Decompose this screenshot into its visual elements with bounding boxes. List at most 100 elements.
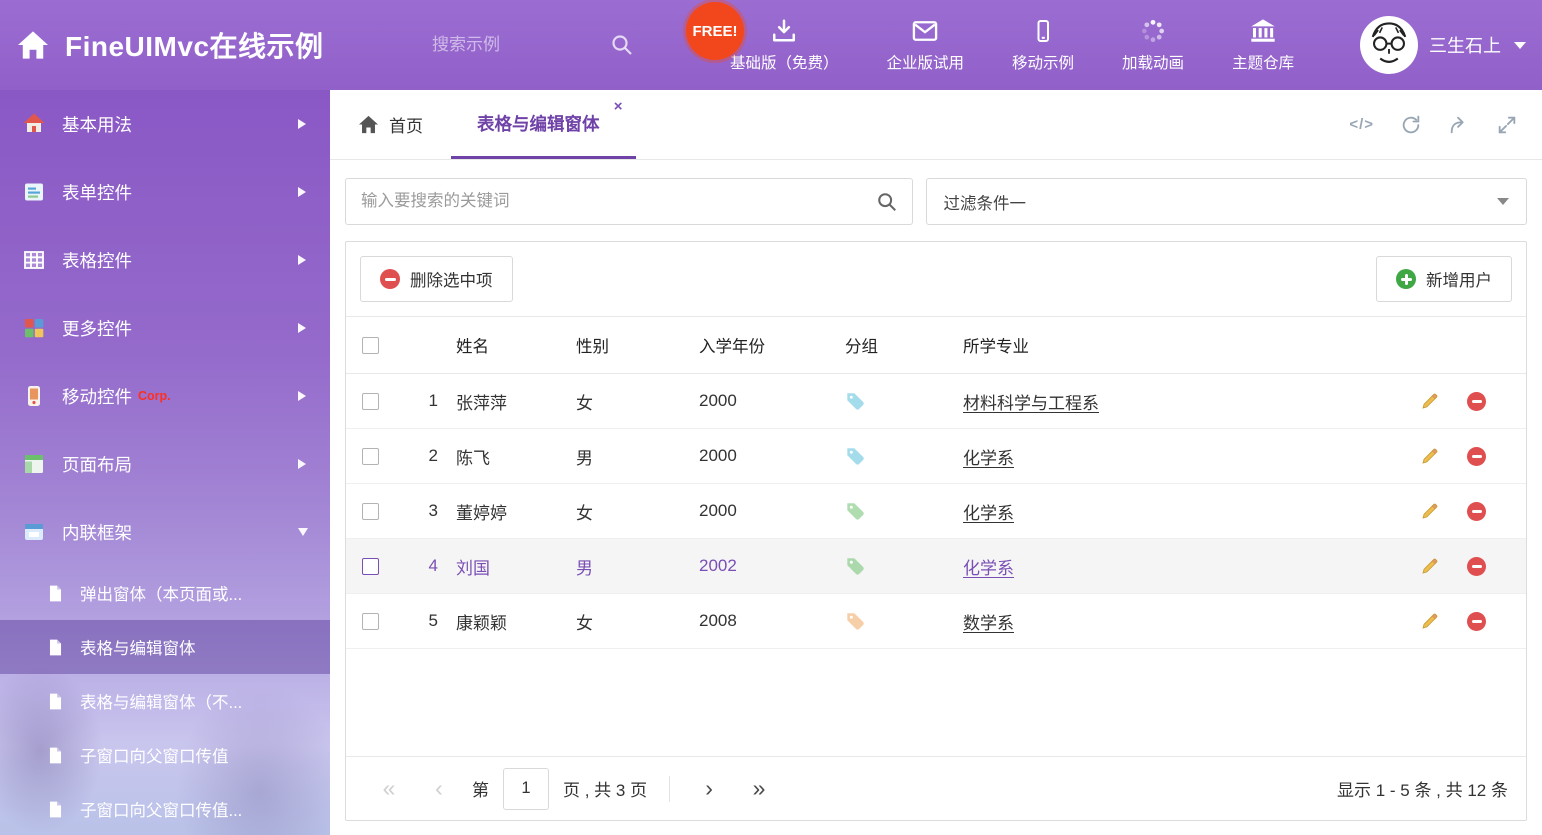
tag-icon xyxy=(845,391,865,411)
sidebar-item-basic-usage[interactable]: 基本用法 xyxy=(0,90,330,158)
file-icon xyxy=(46,691,66,712)
edit-icon[interactable] xyxy=(1420,612,1439,631)
sidebar: 基本用法 表单控件 表格控件 更多控件 xyxy=(0,90,330,835)
column-gender[interactable]: 性别 xyxy=(576,333,699,357)
table-row[interactable]: 1 张萍萍 女 2000 材料科学与工程系 xyxy=(346,374,1526,429)
sidebar-subitem-grid-edit-window[interactable]: 表格与编辑窗体 xyxy=(0,620,330,674)
keyword-search-box xyxy=(345,178,913,225)
nav-theme-repo[interactable]: 主题仓库 xyxy=(1232,18,1294,73)
chevron-right-icon xyxy=(298,255,306,265)
edit-icon[interactable] xyxy=(1420,557,1439,576)
nav-loading-animation[interactable]: 加载动画 xyxy=(1122,18,1184,73)
delete-selected-button[interactable]: 删除选中项 xyxy=(360,256,513,302)
delete-icon[interactable] xyxy=(1467,612,1486,631)
home-icon xyxy=(16,30,50,60)
column-year[interactable]: 入学年份 xyxy=(699,333,845,357)
nav-enterprise-trial[interactable]: 企业版试用 xyxy=(887,18,965,73)
first-page-button[interactable]: « xyxy=(364,775,414,802)
sidebar-item-mobile-controls[interactable]: 移动控件 Corp. xyxy=(0,362,330,430)
table-row[interactable]: 3 董婷婷 女 2000 化学系 xyxy=(346,484,1526,539)
filter-dropdown[interactable]: 过滤条件一 xyxy=(926,178,1528,225)
chevron-right-icon xyxy=(298,323,306,333)
sidebar-item-label: 表单控件 xyxy=(62,180,132,205)
sidebar-subitem-label: 弹出窗体（本页面或... xyxy=(80,581,242,605)
column-major[interactable]: 所学专业 xyxy=(963,333,1408,357)
plus-circle-icon xyxy=(1396,269,1416,289)
keyword-search-input[interactable] xyxy=(346,179,912,224)
column-name[interactable]: 姓名 xyxy=(456,333,576,357)
next-page-button[interactable]: › xyxy=(684,775,734,802)
tab-label: 表格与编辑窗体 xyxy=(477,111,600,136)
select-all-checkbox[interactable] xyxy=(362,337,379,354)
file-icon xyxy=(46,637,66,658)
close-icon[interactable]: × xyxy=(614,99,623,114)
button-label: 新增用户 xyxy=(1426,267,1492,291)
edit-icon[interactable] xyxy=(1420,447,1439,466)
app-root: FineUIMvc在线示例 FREE! 基础版（免费） 企业版试用 xyxy=(0,0,1542,835)
nav-basic-free[interactable]: 基础版（免费） xyxy=(730,18,839,73)
app-logo[interactable]: FineUIMvc在线示例 xyxy=(16,0,324,90)
sidebar-item-form-controls[interactable]: 表单控件 xyxy=(0,158,330,226)
header-search xyxy=(432,24,634,66)
header-nav: 基础版（免费） 企业版试用 移动示例 加载动画 xyxy=(730,0,1294,90)
cell-gender: 女 xyxy=(576,499,699,524)
app-title: FineUIMvc在线示例 xyxy=(65,25,324,65)
table-row[interactable]: 5 康颖颖 女 2008 数学系 xyxy=(346,594,1526,649)
add-user-button[interactable]: 新增用户 xyxy=(1376,256,1512,302)
search-icon[interactable] xyxy=(876,191,898,218)
row-checkbox[interactable] xyxy=(362,393,379,410)
major-link[interactable]: 化学系 xyxy=(963,444,1014,469)
delete-icon[interactable] xyxy=(1467,502,1486,521)
sidebar-subitem-label: 表格与编辑窗体（不... xyxy=(80,689,242,713)
column-group[interactable]: 分组 xyxy=(845,333,963,357)
share-icon[interactable] xyxy=(1448,114,1470,136)
delete-icon[interactable] xyxy=(1467,447,1486,466)
grid-toolbar: 删除选中项 新增用户 xyxy=(346,242,1526,316)
edit-icon[interactable] xyxy=(1420,392,1439,411)
major-link[interactable]: 材料科学与工程系 xyxy=(963,389,1099,414)
minus-circle-icon xyxy=(380,269,400,289)
nav-label: 加载动画 xyxy=(1122,51,1184,73)
sidebar-item-label: 基本用法 xyxy=(62,112,132,137)
user-menu[interactable]: 三生石上 xyxy=(1360,0,1526,90)
sidebar-subitem-popup-window[interactable]: 弹出窗体（本页面或... xyxy=(0,566,330,620)
tab-grid-edit-window[interactable]: 表格与编辑窗体 × xyxy=(451,90,636,159)
sidebar-item-grid-controls[interactable]: 表格控件 xyxy=(0,226,330,294)
edit-icon[interactable] xyxy=(1420,502,1439,521)
view-source-icon[interactable]: </> xyxy=(1349,116,1374,133)
sidebar-item-label: 页面布局 xyxy=(62,452,132,477)
major-link[interactable]: 数学系 xyxy=(963,609,1014,634)
delete-icon[interactable] xyxy=(1467,392,1486,411)
last-page-button[interactable]: » xyxy=(734,775,784,802)
major-link[interactable]: 化学系 xyxy=(963,499,1014,524)
refresh-icon[interactable] xyxy=(1400,114,1422,136)
table-row-selected[interactable]: 4 刘国 男 2002 化学系 xyxy=(346,539,1526,594)
search-icon[interactable] xyxy=(610,33,634,57)
expand-icon[interactable] xyxy=(1496,114,1518,136)
cell-name: 张萍萍 xyxy=(456,389,576,414)
delete-icon[interactable] xyxy=(1467,557,1486,576)
row-checkbox[interactable] xyxy=(362,558,379,575)
download-icon xyxy=(771,18,797,44)
header-search-input[interactable] xyxy=(432,35,582,55)
sidebar-subitem-child-to-parent[interactable]: 子窗口向父窗口传值 xyxy=(0,728,330,782)
mobile-icon xyxy=(22,384,48,408)
sidebar-subitem-grid-edit-window-2[interactable]: 表格与编辑窗体（不... xyxy=(0,674,330,728)
major-link[interactable]: 化学系 xyxy=(963,554,1014,579)
table-row[interactable]: 2 陈飞 男 2000 化学系 xyxy=(346,429,1526,484)
row-checkbox[interactable] xyxy=(362,613,379,630)
sidebar-item-iframe[interactable]: 内联框架 xyxy=(0,498,330,566)
tab-actions: </> xyxy=(1349,90,1542,159)
nav-mobile-demo[interactable]: 移动示例 xyxy=(1012,18,1074,73)
row-checkbox[interactable] xyxy=(362,503,379,520)
sidebar-subitem-label: 子窗口向父窗口传值 xyxy=(80,743,229,767)
page-input[interactable] xyxy=(503,768,549,810)
cell-year: 2000 xyxy=(699,391,845,411)
row-checkbox[interactable] xyxy=(362,448,379,465)
sidebar-item-page-layout[interactable]: 页面布局 xyxy=(0,430,330,498)
sidebar-subitem-child-to-parent-2[interactable]: 子窗口向父窗口传值... xyxy=(0,782,330,835)
cell-name: 董婷婷 xyxy=(456,499,576,524)
sidebar-item-more-controls[interactable]: 更多控件 xyxy=(0,294,330,362)
prev-page-button[interactable]: ‹ xyxy=(414,775,464,802)
tab-home[interactable]: 首页 xyxy=(330,90,451,159)
